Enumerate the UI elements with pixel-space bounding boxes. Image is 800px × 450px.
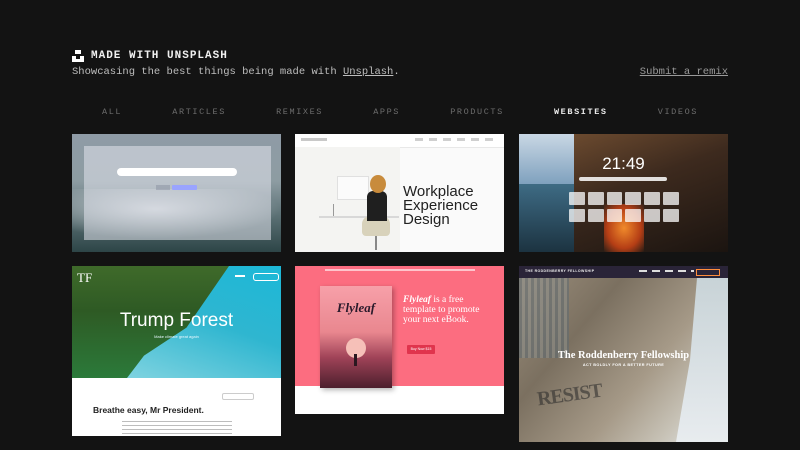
card-headline: Workplace Experience Design bbox=[403, 183, 479, 228]
tab-products[interactable]: PRODUCTS bbox=[450, 107, 504, 117]
tab-all[interactable]: ALL bbox=[102, 107, 122, 117]
tab-websites[interactable]: WEBSITES bbox=[554, 107, 608, 117]
card-subtitle: ACT BOLDLY FOR A BETTER FUTURE bbox=[582, 363, 665, 367]
body-text-lines bbox=[122, 421, 232, 435]
preview-button bbox=[172, 185, 197, 190]
preview-search-bar bbox=[579, 177, 667, 181]
book-cover: Flyleaf bbox=[320, 286, 392, 388]
badge bbox=[222, 393, 254, 400]
nav-link bbox=[235, 275, 245, 277]
headline-brand: Flyleaf bbox=[403, 295, 431, 305]
tab-videos[interactable]: VIDEOS bbox=[658, 107, 698, 117]
unsplash-logo-icon[interactable] bbox=[72, 50, 84, 62]
lamp bbox=[333, 204, 340, 216]
preview-navbar: THE RODDENBERRY FELLOWSHIP bbox=[519, 266, 728, 278]
figure bbox=[354, 354, 357, 366]
preview-button-label bbox=[156, 185, 170, 190]
showcase-card-new-tab[interactable]: 21:49 bbox=[519, 134, 728, 252]
tab-articles[interactable]: ARTICLES bbox=[172, 107, 226, 117]
tab-apps[interactable]: APPS bbox=[373, 107, 400, 117]
showcase-card-workplace[interactable]: Workplace Experience Design bbox=[295, 134, 504, 252]
card-subtitle: Make climate great again bbox=[154, 334, 199, 339]
book-title: Flyleaf bbox=[336, 300, 376, 315]
card-heading: Breathe easy, Mr President. bbox=[93, 405, 204, 415]
preview-navbar bbox=[295, 134, 504, 148]
nav-brand: THE RODDENBERRY FELLOWSHIP bbox=[525, 269, 595, 273]
tab-remixes[interactable]: REMIXES bbox=[276, 107, 323, 117]
tagline-text: Showcasing the best things being made wi… bbox=[72, 66, 343, 78]
apply-button bbox=[696, 269, 720, 276]
person-body bbox=[367, 191, 387, 221]
card-headline: Flyleaf is a free template to promote yo… bbox=[403, 295, 493, 325]
shortcut-tiles bbox=[569, 192, 679, 222]
brand: MADE WITH UNSPLASH bbox=[72, 48, 728, 64]
tagline-suffix: . bbox=[393, 66, 400, 78]
header: MADE WITH UNSPLASH Showcasing the best t… bbox=[72, 48, 728, 88]
top-banner bbox=[325, 269, 475, 271]
buy-button: Buy Now $15 bbox=[407, 345, 435, 354]
showcase-card-music-search[interactable] bbox=[72, 134, 281, 252]
parking-lots bbox=[519, 278, 569, 358]
preview-search-bar bbox=[117, 168, 237, 176]
unsplash-link[interactable]: Unsplash bbox=[343, 66, 393, 78]
tagline: Showcasing the best things being made wi… bbox=[72, 66, 400, 78]
category-tabs: ALL ARTICLES REMIXES APPS PRODUCTS WEBSI… bbox=[72, 107, 728, 117]
showcase-card-trump-forest[interactable]: TF Trump Forest Make climate great again… bbox=[72, 266, 281, 436]
card-title: Trump Forest bbox=[119, 310, 234, 331]
chair-leg bbox=[375, 236, 377, 250]
page-title: MADE WITH UNSPLASH bbox=[91, 50, 228, 62]
wall-frame bbox=[337, 176, 369, 200]
clock-text: 21:49 bbox=[602, 154, 645, 173]
showcase-card-roddenberry[interactable]: THE RODDENBERRY FELLOWSHIP The Roddenber… bbox=[519, 266, 728, 442]
submit-remix-link[interactable]: Submit a remix bbox=[640, 66, 728, 78]
tf-logo: TF bbox=[77, 270, 93, 285]
preview-panel bbox=[84, 146, 271, 240]
card-title: The Roddenberry Fellowship bbox=[557, 350, 690, 361]
person-hair bbox=[370, 175, 386, 193]
showcase-card-flyleaf[interactable]: Flyleaf Flyleaf is a free template to pr… bbox=[295, 266, 504, 414]
nav-pill-button bbox=[253, 273, 279, 281]
